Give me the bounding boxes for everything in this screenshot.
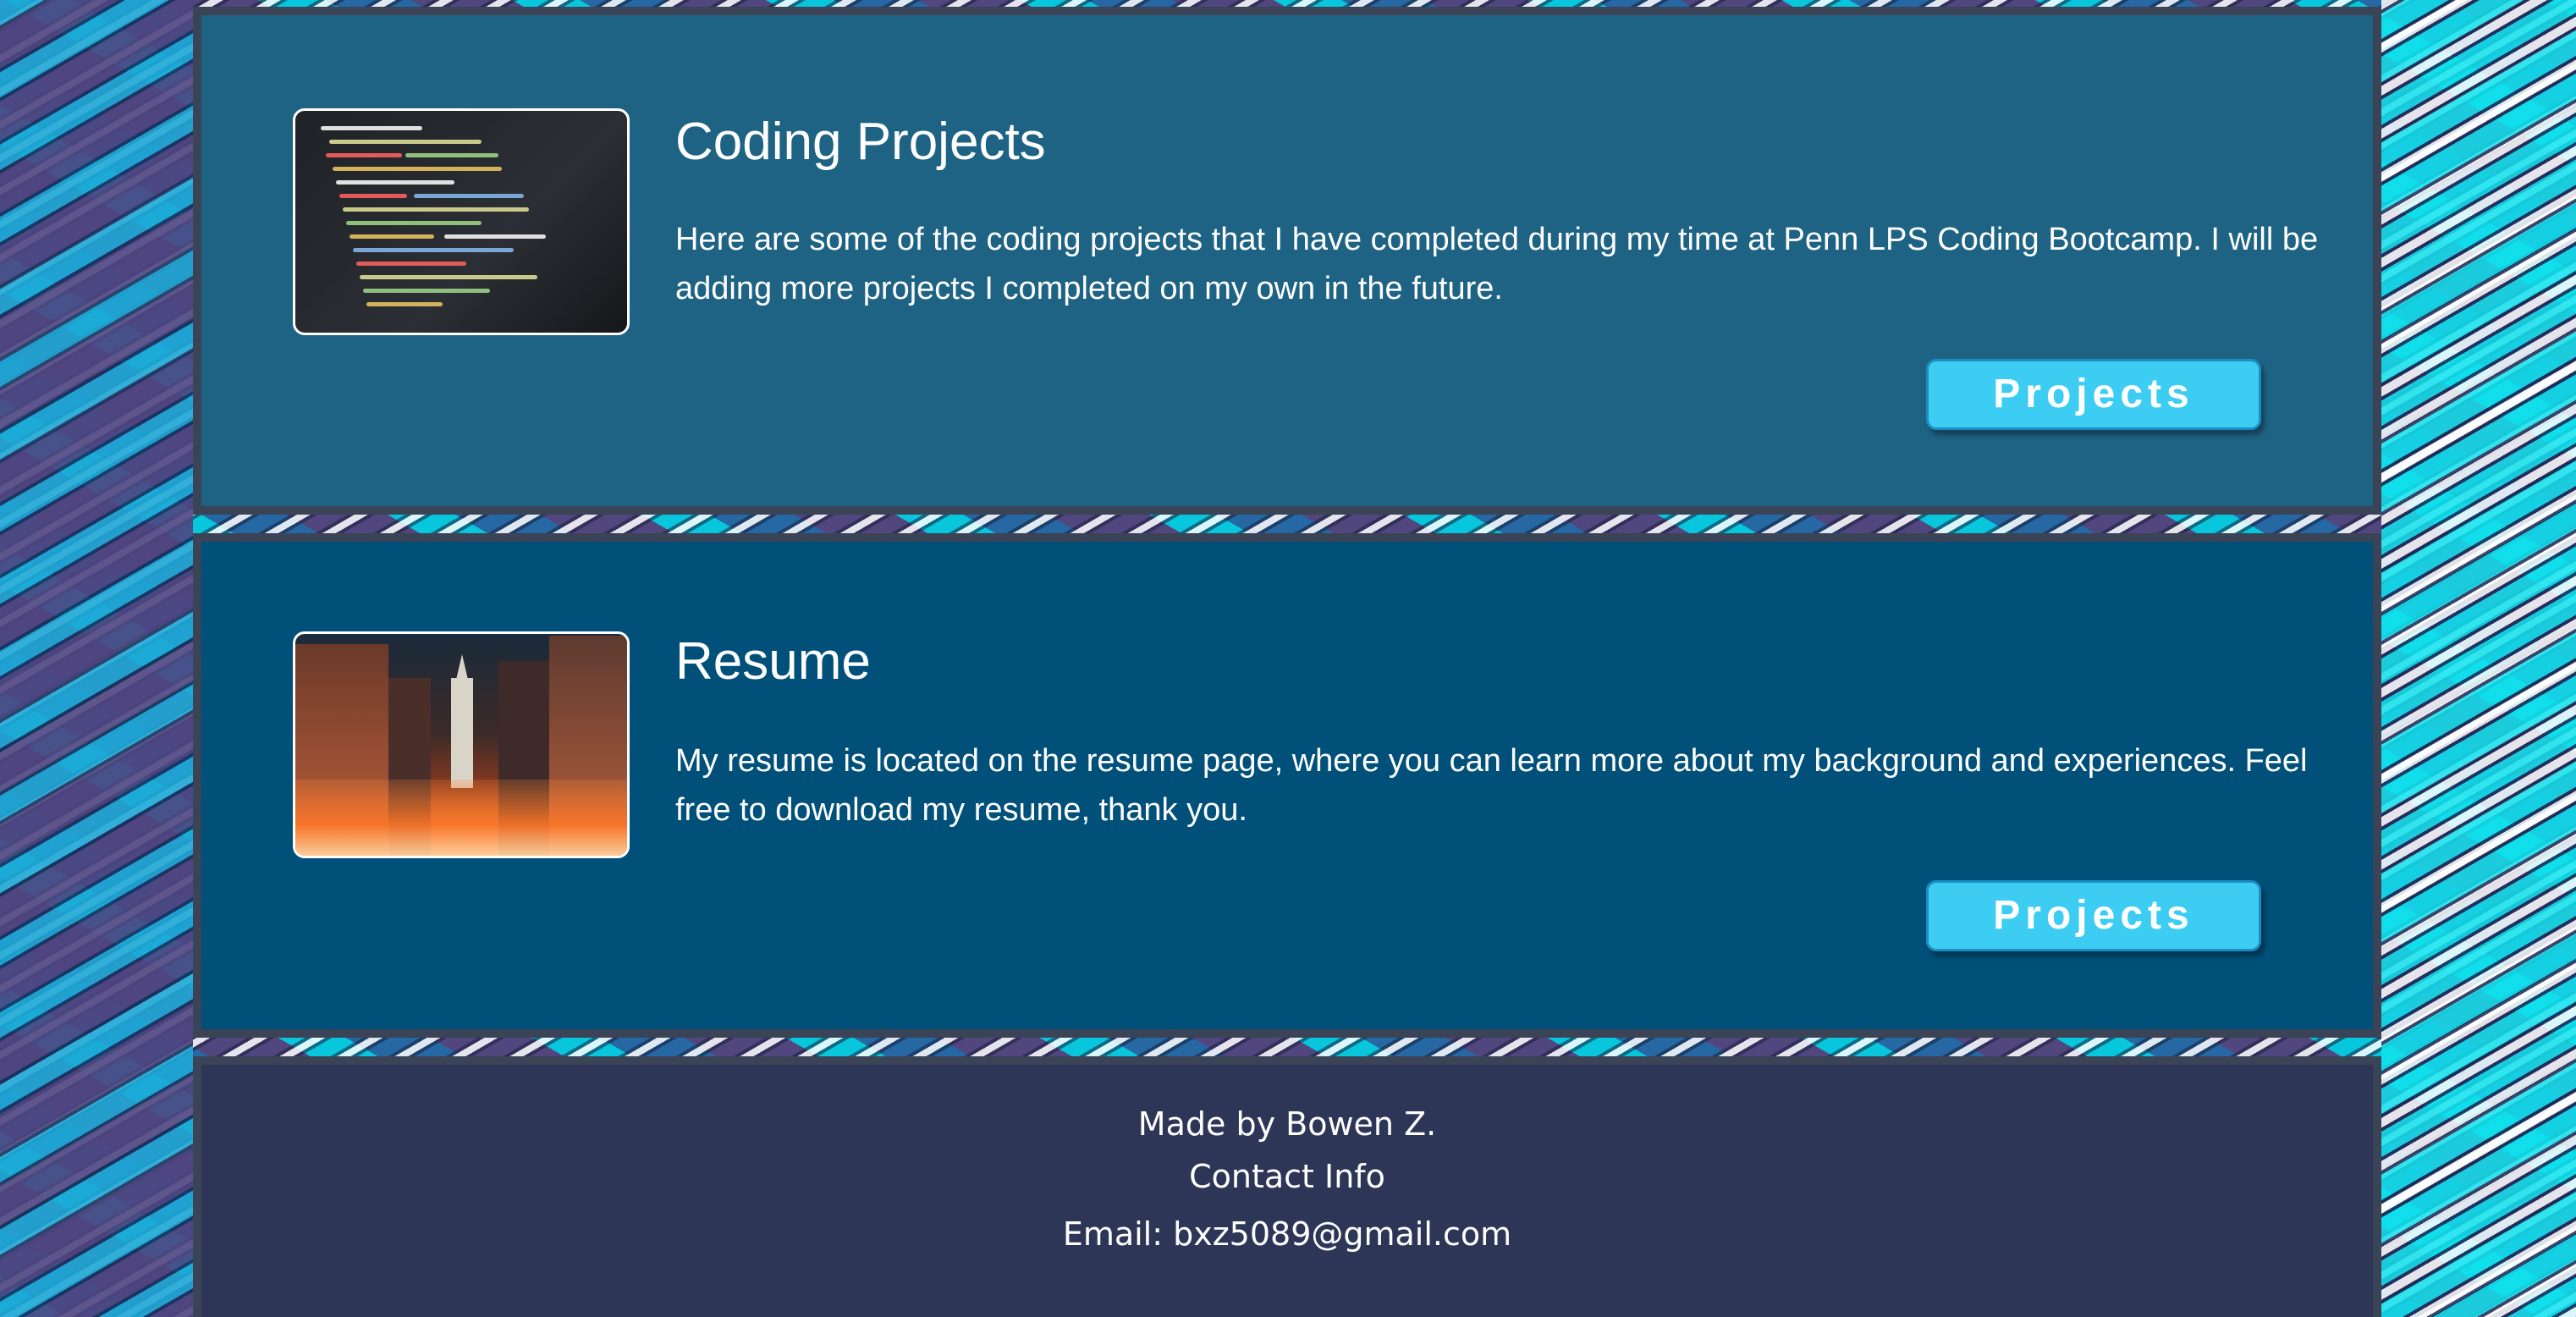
footer-contact-heading: Contact Info xyxy=(1189,1158,1385,1195)
background-pattern-left xyxy=(0,0,193,1317)
projects-button[interactable]: Projects xyxy=(1926,359,2261,430)
resume-image xyxy=(293,631,630,858)
coding-projects-card: Coding Projects Here are some of the cod… xyxy=(193,7,2381,515)
card-description: Here are some of the coding projects tha… xyxy=(675,222,2319,306)
footer: Made by Bowen Z. Contact Info Email: bxz… xyxy=(193,1056,2381,1317)
card-description: My resume is located on the resume page,… xyxy=(675,743,2308,828)
resume-card: Resume My resume is located on the resum… xyxy=(193,533,2381,1038)
footer-email[interactable]: Email: bxz5089@gmail.com xyxy=(201,1215,2373,1253)
coding-projects-image xyxy=(293,108,630,335)
background-pattern-right xyxy=(2381,0,2576,1317)
card-title: Resume xyxy=(675,632,871,691)
footer-made-by: Made by Bowen Z. xyxy=(1137,1105,1437,1143)
projects-button[interactable]: Projects xyxy=(1926,880,2261,951)
card-title: Coding Projects xyxy=(675,113,1046,171)
